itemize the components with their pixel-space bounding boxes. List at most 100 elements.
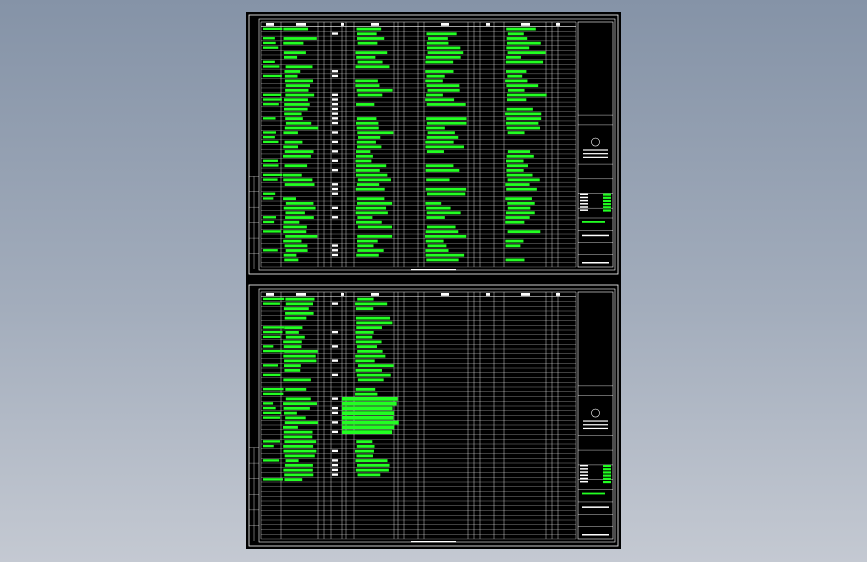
cell-text-mark <box>284 359 317 363</box>
cell-text-mark <box>285 93 315 97</box>
cell-text-mark <box>355 159 372 163</box>
revision-label-mark <box>580 474 588 477</box>
cell-code-mark <box>332 459 338 462</box>
cell-text-mark <box>355 316 391 320</box>
cell-code-mark <box>332 169 338 172</box>
row-label-mark <box>263 192 276 195</box>
cell-text-mark <box>357 178 391 182</box>
cell-text-mark <box>283 225 307 229</box>
company-logo-icon <box>591 137 600 147</box>
row-label-mark <box>263 373 281 377</box>
cell-text-mark <box>285 335 305 339</box>
cell-text-mark <box>425 169 460 172</box>
cell-text-mark <box>507 230 541 234</box>
cell-text-mark <box>356 117 377 120</box>
cell-text-mark <box>507 88 525 92</box>
cell-text-mark <box>355 154 373 158</box>
cell-text-mark <box>355 173 388 177</box>
row-label-mark <box>263 46 279 49</box>
cell-text-mark <box>505 159 524 163</box>
cell-text-mark <box>284 183 315 186</box>
cell-code-mark <box>332 406 338 410</box>
logo-caption-mark <box>583 153 608 155</box>
cell-text-mark <box>356 321 393 325</box>
cell-text-mark <box>283 27 309 31</box>
row-label-mark <box>263 164 279 167</box>
cell-text-mark <box>506 164 528 168</box>
sheet-1[interactable] <box>248 14 619 275</box>
cell-text-mark <box>285 397 311 401</box>
cell-text-mark <box>357 60 383 64</box>
cell-text-mark <box>425 230 459 234</box>
revision-label-mark <box>580 203 588 205</box>
cad-viewport[interactable] <box>0 0 867 562</box>
cell-text-mark <box>427 131 455 135</box>
cell-text-mark <box>506 126 541 130</box>
cell-text-mark <box>506 187 537 191</box>
cell-text-mark <box>507 74 523 78</box>
cell-text-mark <box>285 84 310 88</box>
cell-text-mark <box>505 70 527 73</box>
cell-code-mark <box>332 32 338 35</box>
cell-code-mark <box>332 98 338 101</box>
cell-code-mark <box>332 93 338 96</box>
cell-text-mark <box>284 411 297 415</box>
cell-code-mark <box>332 74 338 78</box>
cell-text-mark <box>283 206 316 210</box>
header-text-mark <box>296 293 306 296</box>
cell-text-mark <box>283 220 300 224</box>
cell-text-mark <box>355 468 389 472</box>
cell-text-mark <box>505 60 544 64</box>
row-label-mark <box>263 197 274 200</box>
cell-text-mark <box>356 220 382 224</box>
cell-text-mark <box>356 326 382 330</box>
header-text-mark <box>556 23 560 26</box>
row-label-mark <box>263 60 275 63</box>
drawing-canvas[interactable] <box>246 12 621 549</box>
revision-value-mark <box>603 203 611 206</box>
cell-text-mark <box>283 41 304 45</box>
row-label-mark <box>263 335 281 339</box>
cell-text-mark <box>506 107 533 111</box>
cell-text-mark <box>283 98 308 102</box>
revision-label-mark <box>580 464 588 467</box>
cell-text-mark <box>355 307 374 311</box>
cell-text-mark <box>506 84 539 88</box>
dense-text-block <box>342 401 397 406</box>
cell-text-mark <box>284 74 298 78</box>
cell-text-mark <box>506 27 536 31</box>
cell-text-mark <box>505 258 525 262</box>
cell-text-mark <box>505 244 521 248</box>
cell-text-mark <box>356 27 382 31</box>
dense-text-block <box>342 396 398 401</box>
sheet-2[interactable] <box>248 284 619 547</box>
cell-text-mark <box>355 211 388 215</box>
row-label-mark <box>263 297 285 301</box>
cell-text-mark <box>355 302 388 306</box>
header-text-mark <box>556 293 560 296</box>
cell-text-mark <box>355 330 374 334</box>
cell-code-mark <box>332 216 338 219</box>
cell-code-mark <box>332 121 338 125</box>
cell-text-mark <box>284 454 315 458</box>
cell-text-mark <box>356 463 390 467</box>
drawing-paper[interactable] <box>246 12 621 549</box>
cell-text-mark <box>506 117 542 120</box>
cell-text-mark <box>425 249 449 252</box>
cell-text-mark <box>505 183 530 186</box>
cell-code-mark <box>332 150 338 153</box>
cell-text-mark <box>506 55 521 59</box>
cell-text-mark <box>426 46 461 50</box>
cell-text-mark <box>285 416 306 420</box>
cell-text-mark <box>506 154 534 158</box>
cell-code-mark <box>332 206 338 210</box>
cell-text-mark <box>285 88 309 92</box>
cell-code-mark <box>332 183 338 186</box>
cell-text-mark <box>426 126 445 130</box>
row-label-mark <box>263 444 274 448</box>
cell-text-mark <box>356 55 376 59</box>
cell-text-mark <box>283 51 306 55</box>
row-label-mark <box>263 402 274 405</box>
cell-text-mark <box>357 297 374 301</box>
dense-text-block <box>342 415 394 420</box>
